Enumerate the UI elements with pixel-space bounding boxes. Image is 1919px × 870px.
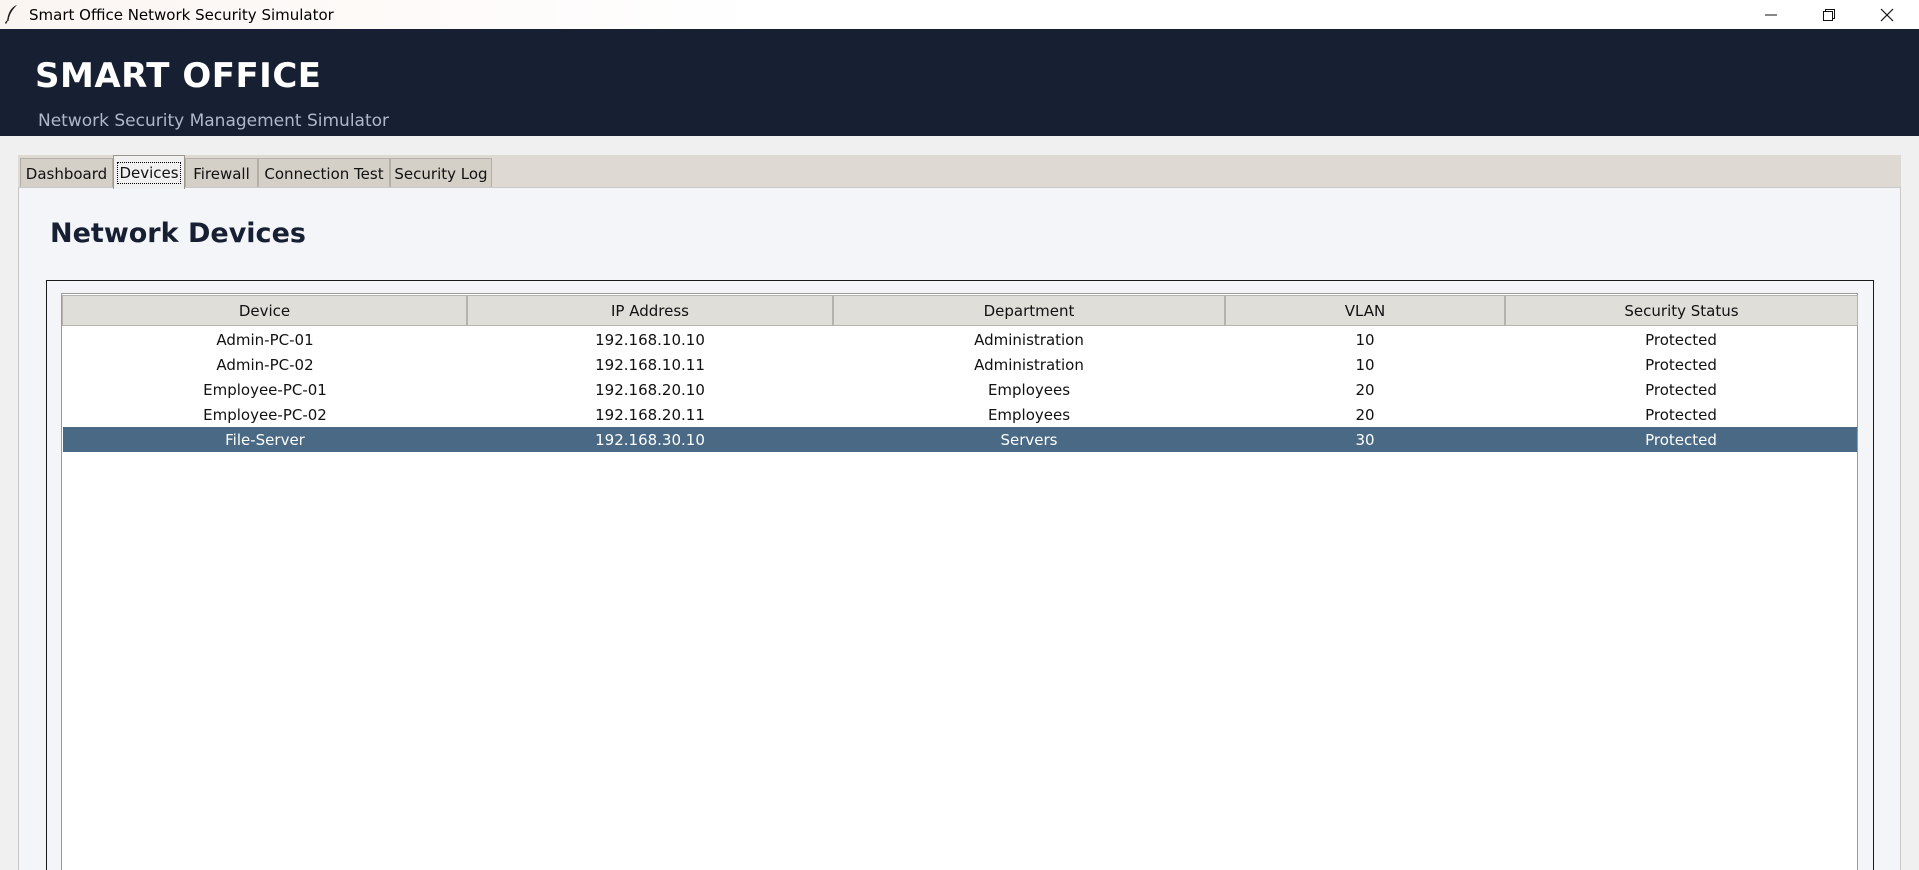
column-header-department[interactable]: Department — [833, 295, 1225, 326]
cell-ip-address: 192.168.20.10 — [595, 380, 705, 399]
cell-security-status: Protected — [1645, 405, 1717, 424]
tab-devices[interactable]: Devices — [113, 155, 185, 189]
column-header-device[interactable]: Device — [62, 295, 467, 326]
cell-vlan: 20 — [1355, 405, 1375, 424]
cell-ip-address: 192.168.10.10 — [595, 330, 705, 349]
feather-icon — [4, 5, 17, 24]
cell-department: Employees — [987, 380, 1071, 399]
app-header: SMART OFFICE Network Security Management… — [0, 29, 1919, 136]
tab-label: Connection Test — [264, 164, 384, 183]
cell-security-status: Protected — [1645, 380, 1717, 399]
tab-connection-test[interactable]: Connection Test — [258, 158, 390, 188]
tab-label: Firewall — [193, 164, 250, 183]
table-header: Device IP Address Department VLAN Securi… — [62, 295, 1858, 326]
table-row[interactable]: Employee-PC-02 192.168.20.11 Employees 2… — [63, 402, 1857, 427]
column-header-ip-address[interactable]: IP Address — [467, 295, 833, 326]
column-header-security-status[interactable]: Security Status — [1505, 295, 1858, 326]
cell-ip-address: 192.168.10.11 — [595, 355, 705, 374]
brand-subtitle: Network Security Management Simulator — [38, 111, 390, 131]
cell-department: Administration — [974, 355, 1084, 374]
page-title: Network Devices — [50, 218, 306, 249]
close-icon — [1880, 8, 1894, 21]
minimize-button[interactable] — [1742, 0, 1800, 29]
restore-icon — [1823, 8, 1835, 21]
cell-vlan: 20 — [1355, 380, 1375, 399]
table-row[interactable]: Employee-PC-01 192.168.20.10 Employees 2… — [63, 377, 1857, 402]
close-button[interactable] — [1858, 0, 1916, 29]
cell-ip-address: 192.168.20.11 — [595, 405, 705, 424]
cell-security-status: Protected — [1645, 430, 1717, 449]
cell-vlan: 10 — [1355, 330, 1375, 349]
brand-title: SMART OFFICE — [35, 56, 322, 96]
table-row-selected[interactable]: File-Server 192.168.30.10 Servers 30 Pro… — [63, 427, 1857, 452]
cell-device: Admin-PC-01 — [216, 330, 314, 349]
table-row[interactable]: Admin-PC-01 192.168.10.10 Administration… — [63, 327, 1857, 352]
tab-firewall[interactable]: Firewall — [185, 158, 258, 188]
window-title-bar[interactable]: Smart Office Network Security Simulator — [0, 0, 1919, 29]
tab-label: Security Log — [394, 164, 488, 183]
cell-device: Admin-PC-02 — [216, 355, 314, 374]
tab-label: Dashboard — [25, 164, 108, 183]
tab-label: Devices — [117, 161, 181, 184]
cell-department: Servers — [1000, 430, 1058, 449]
cell-vlan: 10 — [1355, 355, 1375, 374]
table-row[interactable]: Admin-PC-02 192.168.10.11 Administration… — [63, 352, 1857, 377]
restore-button[interactable] — [1800, 0, 1858, 29]
cell-vlan: 30 — [1355, 430, 1375, 449]
cell-department: Administration — [974, 330, 1084, 349]
tab-security-log[interactable]: Security Log — [390, 158, 492, 188]
column-header-vlan[interactable]: VLAN — [1225, 295, 1505, 326]
tab-dashboard[interactable]: Dashboard — [20, 158, 113, 188]
cell-device: Employee-PC-02 — [203, 405, 327, 424]
cell-device: Employee-PC-01 — [203, 380, 327, 399]
devices-table[interactable]: Device IP Address Department VLAN Securi… — [61, 293, 1858, 870]
cell-ip-address: 192.168.30.10 — [595, 430, 705, 449]
cell-security-status: Protected — [1645, 330, 1717, 349]
cell-security-status: Protected — [1645, 355, 1717, 374]
cell-device: File-Server — [225, 430, 305, 449]
minimize-icon — [1765, 14, 1777, 15]
window-title: Smart Office Network Security Simulator — [29, 6, 334, 24]
cell-department: Employees — [987, 405, 1071, 424]
